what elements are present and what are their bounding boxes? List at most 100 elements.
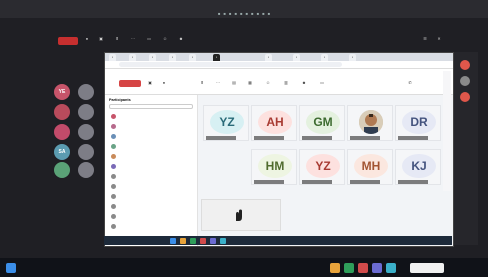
rail-app-icon[interactable] bbox=[460, 76, 470, 86]
taskbar-app-icon[interactable] bbox=[344, 263, 354, 273]
browser-side-strip bbox=[443, 71, 451, 191]
camera-icon[interactable]: ▣ bbox=[96, 36, 106, 44]
share-icon[interactable]: ⬆ bbox=[112, 36, 122, 44]
left-avatar-6[interactable]: SA bbox=[54, 144, 70, 160]
people-icon[interactable]: ☻ bbox=[299, 80, 309, 90]
avatar bbox=[111, 203, 116, 209]
more-icon[interactable]: ⋯ bbox=[213, 80, 223, 90]
preview-thumbnail[interactable] bbox=[410, 263, 444, 273]
taskbar-app-icon[interactable] bbox=[220, 238, 226, 244]
taskbar-app-icon[interactable] bbox=[372, 263, 382, 273]
video-tile[interactable]: GM bbox=[299, 105, 345, 141]
left-avatar-5[interactable] bbox=[78, 124, 94, 140]
participant-row[interactable] bbox=[111, 183, 195, 190]
participant-row[interactable] bbox=[111, 173, 195, 180]
participants-title: Participants bbox=[109, 98, 131, 102]
participant-row[interactable] bbox=[111, 163, 195, 170]
left-avatar-2[interactable] bbox=[54, 104, 70, 120]
chat-icon[interactable]: ▭ bbox=[317, 80, 327, 90]
avatar bbox=[111, 193, 116, 199]
tile-initials: KJ bbox=[402, 154, 436, 178]
chat-icon[interactable]: ▭ bbox=[144, 36, 154, 44]
participants-search[interactable] bbox=[109, 104, 193, 109]
left-avatar-0[interactable]: YE bbox=[54, 84, 70, 100]
start-icon[interactable] bbox=[6, 263, 16, 273]
participant-row[interactable] bbox=[111, 223, 195, 230]
participant-row[interactable] bbox=[111, 123, 195, 130]
video-tile[interactable]: HM bbox=[251, 149, 297, 185]
browser-tab[interactable]: ▪ bbox=[293, 54, 301, 61]
react-icon[interactable]: ☻ bbox=[176, 36, 186, 44]
browser-tab[interactable]: ▪ bbox=[265, 54, 273, 61]
left-avatar-4[interactable] bbox=[54, 124, 70, 140]
left-avatar-9[interactable] bbox=[78, 162, 94, 178]
video-tile[interactable]: YZ bbox=[299, 149, 345, 185]
react-icon[interactable]: ☺ bbox=[263, 80, 273, 90]
video-tile[interactable]: KJ bbox=[395, 149, 441, 185]
taskbar-app-icon[interactable] bbox=[180, 238, 186, 244]
avatar bbox=[111, 173, 116, 179]
video-tile[interactable]: YZ bbox=[203, 105, 249, 141]
apps-icon[interactable]: ▦ bbox=[245, 80, 255, 90]
leave-button[interactable] bbox=[119, 80, 141, 87]
taskbar-app-icon[interactable] bbox=[190, 238, 196, 244]
avatar bbox=[111, 213, 116, 219]
hangup-icon[interactable]: ✆ bbox=[405, 80, 415, 90]
left-avatar-8[interactable] bbox=[54, 162, 70, 178]
outer-status-dots: ■ ■ ■ ■ ■ ■ ■ ■ ■ ■ bbox=[218, 11, 272, 16]
tile-initials: DR bbox=[402, 110, 436, 134]
taskbar-app-icon[interactable] bbox=[170, 238, 176, 244]
left-avatar-3[interactable] bbox=[78, 104, 94, 120]
participant-row[interactable] bbox=[111, 193, 195, 200]
participant-row[interactable] bbox=[111, 133, 195, 140]
left-avatar-7[interactable] bbox=[78, 144, 94, 160]
video-tile[interactable]: AH bbox=[251, 105, 297, 141]
taskbar-app-icon[interactable] bbox=[358, 263, 368, 273]
taskbar-app-icon[interactable] bbox=[330, 263, 340, 273]
browser-tab[interactable]: ▪ bbox=[321, 54, 329, 61]
self-view-tile[interactable] bbox=[201, 199, 281, 231]
left-avatar-panel-lower bbox=[52, 162, 100, 192]
mic-icon[interactable]: ● bbox=[159, 80, 169, 90]
url-field[interactable] bbox=[119, 62, 342, 67]
people-icon[interactable]: ☺ bbox=[160, 36, 170, 44]
mic-icon[interactable]: ● bbox=[82, 36, 92, 44]
tile-name-bar bbox=[254, 136, 284, 140]
participant-row[interactable] bbox=[111, 153, 195, 160]
avatar bbox=[111, 153, 116, 159]
browser-tab[interactable]: ▪ bbox=[149, 54, 157, 61]
hand-icon bbox=[236, 209, 242, 221]
share-icon[interactable]: ⬆ bbox=[197, 80, 207, 90]
browser-tab[interactable]: ▪ bbox=[169, 54, 177, 61]
left-avatar-1[interactable] bbox=[78, 84, 94, 100]
window-close-icon[interactable]: ✕ bbox=[434, 36, 444, 44]
camera-icon[interactable]: ▣ bbox=[145, 80, 155, 90]
rail-app-icon[interactable] bbox=[460, 60, 470, 70]
left-avatar-panel: YE SA bbox=[52, 80, 100, 162]
more-icon[interactable]: ⋯ bbox=[128, 36, 138, 44]
participant-row[interactable] bbox=[111, 113, 195, 120]
view-icon[interactable]: ▥ bbox=[281, 80, 291, 90]
browser-tab[interactable]: ▪ bbox=[349, 54, 357, 61]
browser-tab[interactable]: ▪ bbox=[129, 54, 137, 61]
browser-tab[interactable]: ▪ bbox=[109, 54, 117, 61]
taskbar-app-icon[interactable] bbox=[200, 238, 206, 244]
avatar bbox=[111, 113, 116, 119]
rail-app-icon[interactable] bbox=[460, 92, 470, 102]
rooms-icon[interactable]: ▤ bbox=[229, 80, 239, 90]
participant-row[interactable] bbox=[111, 143, 195, 150]
window-menu-icon[interactable]: ☰ bbox=[420, 36, 430, 44]
video-tile[interactable]: MH bbox=[347, 149, 393, 185]
avatar bbox=[111, 123, 116, 129]
browser-tab[interactable]: ▪ bbox=[189, 54, 197, 61]
browser-tab-active[interactable]: ▪ bbox=[213, 54, 221, 61]
participant-row[interactable] bbox=[111, 213, 195, 220]
tile-name-bar bbox=[350, 180, 380, 184]
participant-row[interactable] bbox=[111, 203, 195, 210]
taskbar-app-icon[interactable] bbox=[386, 263, 396, 273]
record-button[interactable] bbox=[58, 37, 78, 45]
taskbar-app-icon[interactable] bbox=[210, 238, 216, 244]
video-tile[interactable] bbox=[347, 105, 393, 141]
avatar bbox=[111, 133, 116, 139]
video-tile[interactable]: DR bbox=[395, 105, 441, 141]
